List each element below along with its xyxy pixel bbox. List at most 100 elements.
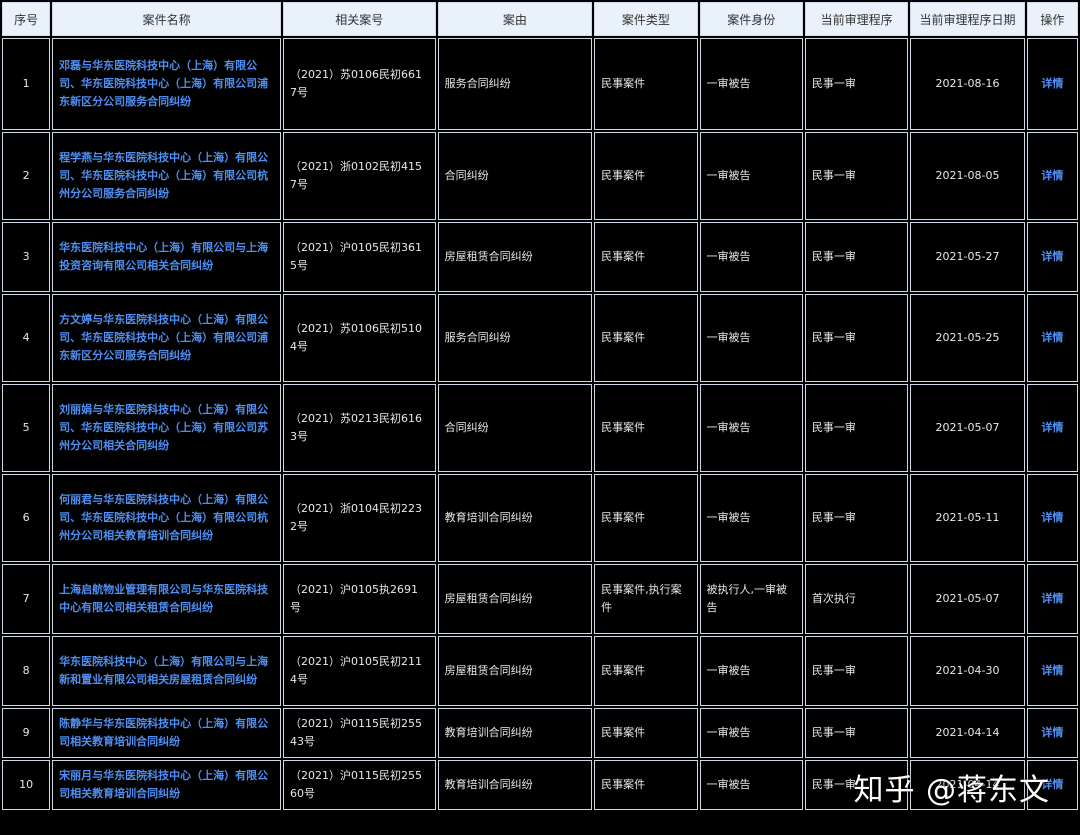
case-type-cell: 民事案件,执行案件 [594, 564, 698, 634]
action-cell: 详情 [1026, 38, 1078, 130]
header-case-role: 案件身份 [699, 2, 803, 36]
procedure-date-cell: 2021-04-14 [910, 708, 1025, 758]
case-number-cell: （2021）苏0106民初6617号 [283, 38, 436, 130]
action-cell: 详情 [1026, 222, 1078, 292]
procedure-date-cell: 2021-05-25 [910, 294, 1025, 382]
procedure-cell: 首次执行 [804, 564, 909, 634]
row-no: 5 [2, 384, 51, 472]
procedure-date-cell: 2021-05-07 [910, 384, 1025, 472]
case-number-cell: （2021）沪0105执2691号 [283, 564, 436, 634]
procedure-date-cell: 2021-05-07 [910, 564, 1025, 634]
cause-cell: 教育培训合同纠纷 [437, 760, 593, 810]
procedure-date-cell: 2021-05-27 [910, 222, 1025, 292]
header-case-type: 案件类型 [594, 2, 698, 36]
case-name-cell: 邓磊与华东医院科技中心（上海）有限公司、华东医院科技中心（上海）有限公司浦东新区… [52, 38, 282, 130]
table-row: 7 上海启航物业管理有限公司与华东医院科技中心有限公司相关租赁合同纠纷 （202… [2, 564, 1078, 634]
header-case-number: 相关案号 [283, 2, 436, 36]
cause-cell: 合同纠纷 [437, 132, 593, 220]
case-name-link[interactable]: 上海启航物业管理有限公司与华东医院科技中心有限公司相关租赁合同纠纷 [59, 583, 268, 614]
case-role-cell: 一审被告 [699, 760, 803, 810]
case-number-cell: （2021）浙0102民初4157号 [283, 132, 436, 220]
cause-cell: 服务合同纠纷 [437, 38, 593, 130]
case-type-cell: 民事案件 [594, 222, 698, 292]
case-name-link[interactable]: 华东医院科技中心（上海）有限公司与上海投资咨询有限公司相关合同纠纷 [59, 241, 268, 272]
table-row: 9 陈静华与华东医院科技中心（上海）有限公司相关教育培训合同纠纷 （2021）沪… [2, 708, 1078, 758]
case-number-cell: （2021）沪0105民初3615号 [283, 222, 436, 292]
case-name-link[interactable]: 程学燕与华东医院科技中心（上海）有限公司、华东医院科技中心（上海）有限公司杭州分… [59, 151, 268, 200]
action-cell: 详情 [1026, 474, 1078, 562]
case-name-cell: 何丽君与华东医院科技中心（上海）有限公司、华东医院科技中心（上海）有限公司杭州分… [52, 474, 282, 562]
case-role-cell: 一审被告 [699, 384, 803, 472]
zhihu-watermark: 知乎 @蒋东文 [853, 773, 1050, 808]
procedure-cell: 民事一审 [804, 132, 909, 220]
details-link[interactable]: 详情 [1041, 421, 1063, 434]
details-link[interactable]: 详情 [1041, 592, 1063, 605]
procedure-date-cell: 2021-08-05 [910, 132, 1025, 220]
procedure-date-cell: 2021-08-16 [910, 38, 1025, 130]
procedure-cell: 民事一审 [804, 222, 909, 292]
details-link[interactable]: 详情 [1041, 726, 1063, 739]
case-number-cell: （2021）苏0106民初5104号 [283, 294, 436, 382]
details-link[interactable]: 详情 [1041, 169, 1063, 182]
case-role-cell: 一审被告 [699, 294, 803, 382]
row-no: 10 [2, 760, 51, 810]
row-no: 4 [2, 294, 51, 382]
table-row: 3 华东医院科技中心（上海）有限公司与上海投资咨询有限公司相关合同纠纷 （202… [2, 222, 1078, 292]
action-cell: 详情 [1026, 294, 1078, 382]
header-no: 序号 [2, 2, 51, 36]
case-name-cell: 华东医院科技中心（上海）有限公司与上海投资咨询有限公司相关合同纠纷 [52, 222, 282, 292]
case-name-link[interactable]: 方文婷与华东医院科技中心（上海）有限公司、华东医院科技中心（上海）有限公司浦东新… [59, 313, 268, 362]
cause-cell: 教育培训合同纠纷 [437, 708, 593, 758]
cause-cell: 合同纠纷 [437, 384, 593, 472]
table-header-row: 序号 案件名称 相关案号 案由 案件类型 案件身份 当前审理程序 当前审理程序日… [2, 2, 1078, 36]
details-link[interactable]: 详情 [1041, 511, 1063, 524]
header-procedure-date: 当前审理程序日期 [910, 2, 1025, 36]
case-name-cell: 上海启航物业管理有限公司与华东医院科技中心有限公司相关租赁合同纠纷 [52, 564, 282, 634]
case-role-cell: 一审被告 [699, 708, 803, 758]
case-number-cell: （2021）沪0115民初25543号 [283, 708, 436, 758]
details-link[interactable]: 详情 [1041, 664, 1063, 677]
procedure-cell: 民事一审 [804, 636, 909, 706]
action-cell: 详情 [1026, 384, 1078, 472]
case-type-cell: 民事案件 [594, 294, 698, 382]
case-name-link[interactable]: 宋丽月与华东医院科技中心（上海）有限公司相关教育培训合同纠纷 [59, 769, 268, 800]
case-type-cell: 民事案件 [594, 636, 698, 706]
header-procedure: 当前审理程序 [804, 2, 909, 36]
table-row: 5 刘丽娟与华东医院科技中心（上海）有限公司、华东医院科技中心（上海）有限公司苏… [2, 384, 1078, 472]
row-no: 6 [2, 474, 51, 562]
procedure-cell: 民事一审 [804, 474, 909, 562]
case-name-link[interactable]: 邓磊与华东医院科技中心（上海）有限公司、华东医院科技中心（上海）有限公司浦东新区… [59, 59, 268, 108]
case-name-link[interactable]: 刘丽娟与华东医院科技中心（上海）有限公司、华东医院科技中心（上海）有限公司苏州分… [59, 403, 268, 452]
header-action: 操作 [1026, 2, 1078, 36]
details-link[interactable]: 详情 [1041, 250, 1063, 263]
details-link[interactable]: 详情 [1041, 77, 1063, 90]
case-type-cell: 民事案件 [594, 708, 698, 758]
cause-cell: 教育培训合同纠纷 [437, 474, 593, 562]
case-name-link[interactable]: 陈静华与华东医院科技中心（上海）有限公司相关教育培训合同纠纷 [59, 717, 268, 748]
header-cause: 案由 [437, 2, 593, 36]
case-number-cell: （2021）沪0115民初25560号 [283, 760, 436, 810]
header-case-name: 案件名称 [52, 2, 282, 36]
row-no: 1 [2, 38, 51, 130]
table-row: 1 邓磊与华东医院科技中心（上海）有限公司、华东医院科技中心（上海）有限公司浦东… [2, 38, 1078, 130]
case-table: 序号 案件名称 相关案号 案由 案件类型 案件身份 当前审理程序 当前审理程序日… [0, 0, 1080, 812]
cause-cell: 房屋租赁合同纠纷 [437, 564, 593, 634]
case-name-link[interactable]: 华东医院科技中心（上海）有限公司与上海新和置业有限公司相关房屋租赁合同纠纷 [59, 655, 268, 686]
details-link[interactable]: 详情 [1041, 331, 1063, 344]
cause-cell: 服务合同纠纷 [437, 294, 593, 382]
case-role-cell: 一审被告 [699, 38, 803, 130]
case-name-cell: 华东医院科技中心（上海）有限公司与上海新和置业有限公司相关房屋租赁合同纠纷 [52, 636, 282, 706]
case-name-link[interactable]: 何丽君与华东医院科技中心（上海）有限公司、华东医院科技中心（上海）有限公司杭州分… [59, 493, 268, 542]
case-name-cell: 陈静华与华东医院科技中心（上海）有限公司相关教育培训合同纠纷 [52, 708, 282, 758]
case-name-cell: 刘丽娟与华东医院科技中心（上海）有限公司、华东医院科技中心（上海）有限公司苏州分… [52, 384, 282, 472]
cause-cell: 房屋租赁合同纠纷 [437, 636, 593, 706]
case-type-cell: 民事案件 [594, 384, 698, 472]
case-name-cell: 方文婷与华东医院科技中心（上海）有限公司、华东医院科技中心（上海）有限公司浦东新… [52, 294, 282, 382]
table-row: 4 方文婷与华东医院科技中心（上海）有限公司、华东医院科技中心（上海）有限公司浦… [2, 294, 1078, 382]
case-type-cell: 民事案件 [594, 132, 698, 220]
procedure-cell: 民事一审 [804, 294, 909, 382]
cause-cell: 房屋租赁合同纠纷 [437, 222, 593, 292]
case-number-cell: （2021）沪0105民初2114号 [283, 636, 436, 706]
procedure-cell: 民事一审 [804, 708, 909, 758]
row-no: 7 [2, 564, 51, 634]
